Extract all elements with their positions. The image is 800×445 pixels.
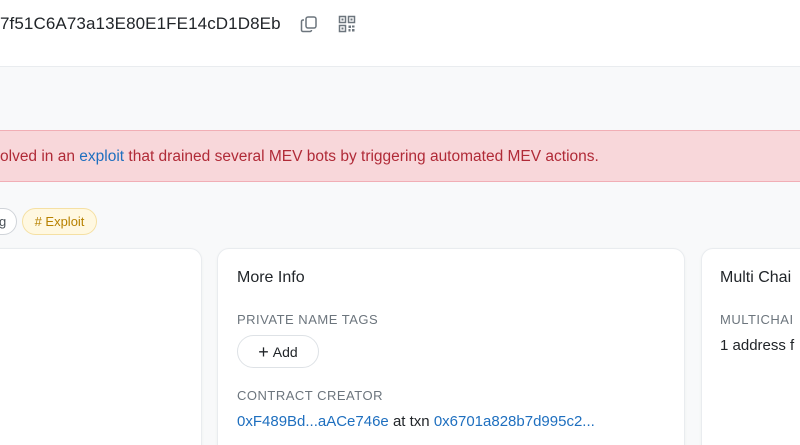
more-info-title: More Info	[237, 269, 305, 286]
plus-icon: +	[258, 341, 269, 362]
overview-card	[0, 248, 202, 445]
multichain-label: MULTICHAI	[720, 312, 794, 327]
contract-creator-label: CONTRACT CREATOR	[237, 388, 383, 403]
copy-icon[interactable]	[298, 13, 320, 35]
creator-address-link[interactable]: 0xF489Bd...aACe746e	[237, 413, 389, 430]
add-label: Add	[272, 343, 298, 360]
contract-creator-row: 0xF489Bd...aACe746e at txn 0x6701a828b7d…	[237, 413, 595, 430]
alert-prefix: olved in an	[0, 148, 80, 165]
exploit-alert: olved in an exploit that drained several…	[0, 130, 800, 182]
multichain-card: Multi Chai MULTICHAI 1 address f	[701, 248, 800, 445]
multichain-title: Multi Chai	[720, 269, 792, 286]
more-info-card: More Info PRIVATE NAME TAGS + Add CONTRA…	[217, 248, 685, 445]
at-txn-text: at txn	[388, 413, 434, 430]
add-name-tag-button[interactable]: + Add	[237, 335, 319, 368]
qr-code-icon[interactable]	[336, 13, 358, 35]
address-header: 7f51C6A73a13E80E1FE14cD1D8Eb	[0, 0, 800, 67]
creation-txn-link[interactable]: 0x6701a828b7d995c2...	[434, 413, 595, 430]
alert-suffix: that drained several MEV bots by trigger…	[124, 148, 599, 165]
private-name-tags-label: PRIVATE NAME TAGS	[237, 312, 379, 327]
contract-address: 7f51C6A73a13E80E1FE14cD1D8Eb	[0, 14, 281, 33]
tag-exploit[interactable]: # Exploit	[22, 208, 97, 235]
multichain-address-link[interactable]: 1 address f	[720, 337, 794, 354]
tag-partial[interactable]: g	[0, 208, 17, 235]
exploit-link[interactable]: exploit	[79, 148, 124, 165]
